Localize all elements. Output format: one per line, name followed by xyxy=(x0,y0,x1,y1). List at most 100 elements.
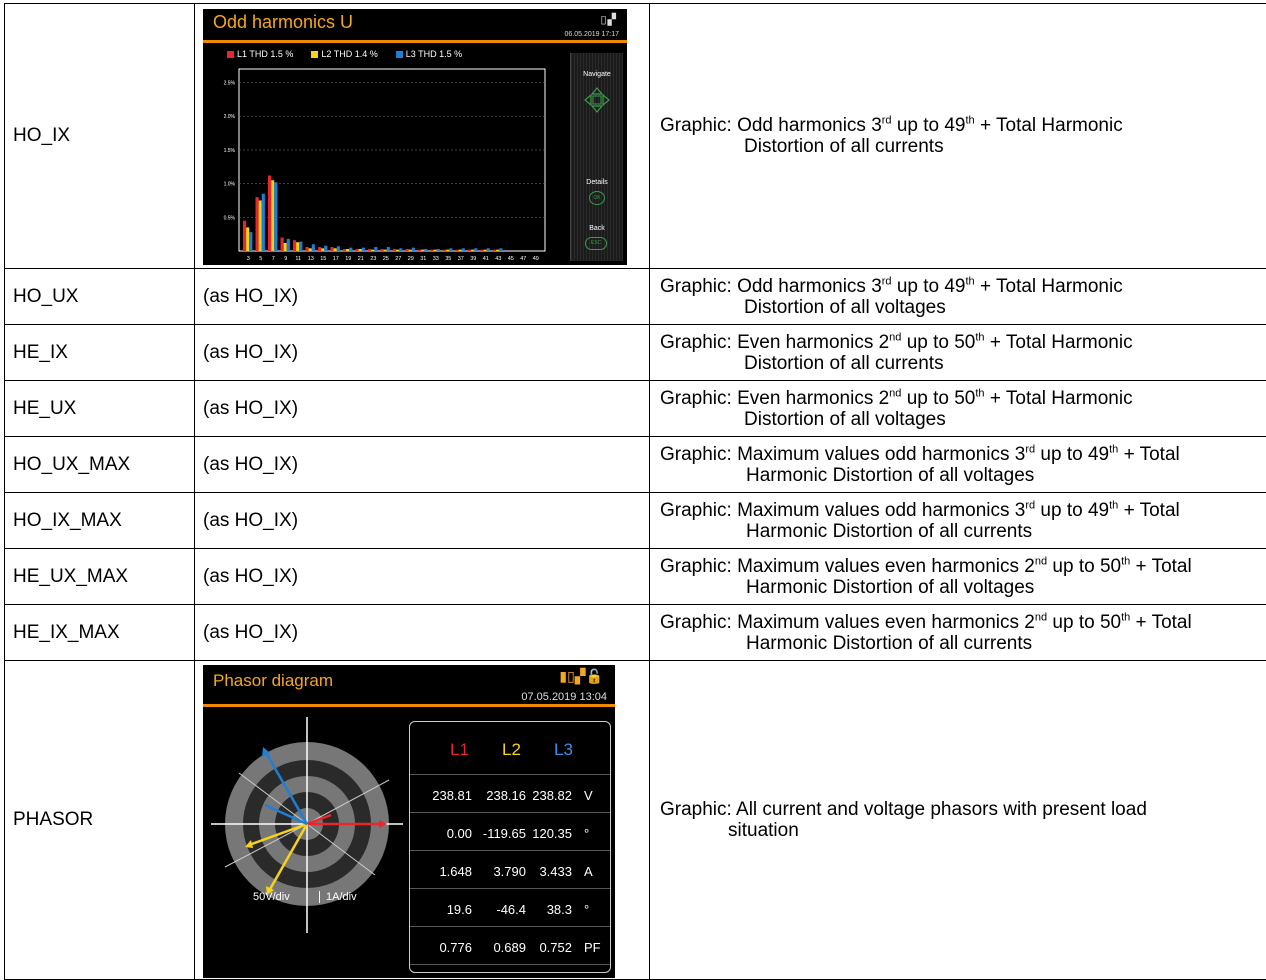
esc-button[interactable]: ESC xyxy=(585,237,607,250)
bar-l1-h9 xyxy=(280,237,284,251)
bar-l1-h39 xyxy=(468,249,472,251)
bar-l2-h33 xyxy=(433,249,437,251)
bar-l1-h43 xyxy=(493,249,497,251)
row-name-cell: HO_UX_MAX xyxy=(4,436,195,493)
table-row-divider xyxy=(410,888,610,889)
header-l1: L1 xyxy=(450,740,469,759)
navigate-label: Navigate xyxy=(583,71,611,78)
row-display-cell: (as HO_IX) xyxy=(194,492,650,549)
bar-l3-h27 xyxy=(399,248,403,251)
row-desc-cell: Graphic: Odd harmonics 3rd up to 49th + … xyxy=(649,268,1266,325)
bar-l3-h23 xyxy=(374,246,378,251)
x-tick-label: 11 xyxy=(295,256,301,262)
details-label: Details xyxy=(586,179,608,186)
bar-l1-h27 xyxy=(393,248,397,251)
row-desc-cell: Graphic: Maximum values even harmonics 2… xyxy=(649,604,1266,661)
x-tick-label: 29 xyxy=(408,256,414,262)
x-tick-label: 27 xyxy=(395,256,401,262)
row-desc-cell: Graphic: Even harmonics 2nd up to 50th +… xyxy=(649,380,1266,437)
bar-l2-h37 xyxy=(458,249,462,251)
row-desc-cell: Graphic: Maximum values odd harmonics 3r… xyxy=(649,492,1266,549)
bar-l2-h35 xyxy=(446,249,450,251)
value-cell: 3.433 xyxy=(539,864,572,879)
x-tick-label: 9 xyxy=(284,256,287,262)
bar-l1-h13 xyxy=(305,246,309,251)
back-label: Back xyxy=(589,225,605,232)
x-tick-label: 7 xyxy=(272,256,275,262)
bar-l3-h13 xyxy=(311,244,315,251)
bar-l2-h7 xyxy=(271,180,275,251)
status-icons: ▮▯▞🔓 xyxy=(559,668,603,684)
bar-l1-h33 xyxy=(430,249,434,251)
bar-l2-h27 xyxy=(396,249,400,251)
bar-l1-h29 xyxy=(405,248,409,251)
y-tick-label: 1.5% xyxy=(224,148,236,154)
signal-table: HO_IX Odd harmonics U ▯▞ 06.05.2019 17:1… xyxy=(4,3,1266,980)
value-cell: 0.00 xyxy=(446,826,472,841)
x-tick-label: 5 xyxy=(259,256,262,262)
bar-l2-h15 xyxy=(321,248,325,251)
unit-label: ° xyxy=(584,826,590,841)
row-display-cell: Phasor diagram ▮▯▞🔓 07.05.2019 13:04 50V… xyxy=(194,660,650,980)
value-cell: 0.776 xyxy=(439,940,472,955)
bar-l3-h5 xyxy=(261,193,265,251)
x-tick-label: 21 xyxy=(358,256,364,262)
x-tick-label: 13 xyxy=(308,256,314,262)
table-row-divider xyxy=(410,850,610,851)
bar-l1-h11 xyxy=(293,240,297,251)
x-tick-label: 47 xyxy=(520,256,526,262)
row-display-cell: (as HO_IX) xyxy=(194,604,650,661)
ok-button[interactable]: OK xyxy=(589,191,605,205)
value-cell: -119.65 xyxy=(482,826,526,841)
x-tick-label: 45 xyxy=(508,256,514,262)
x-tick-label: 15 xyxy=(320,256,326,262)
bar-l3-h3 xyxy=(249,232,253,251)
voltage-scale-label: 50V/div xyxy=(253,891,290,903)
row-name-cell: HE_UX_MAX xyxy=(4,548,195,605)
side-panel: Navigate Details OK Back ESC xyxy=(570,53,623,261)
bar-l1-h17 xyxy=(330,246,334,251)
harmonics-screen: Odd harmonics U ▯▞ 06.05.2019 17:17 L1 T… xyxy=(203,9,627,265)
bar-l1-h3 xyxy=(243,220,247,251)
phasor-values-table: L1 L2 L3 238.81 238.16 238.82 V 0.00 -119.65 1… xyxy=(409,721,611,973)
x-tick-label: 31 xyxy=(420,256,426,262)
bar-l2-h13 xyxy=(308,248,312,251)
value-cell: 120.35 xyxy=(532,826,572,841)
bar-l3-h9 xyxy=(286,238,290,251)
value-cell: 238.82 xyxy=(532,788,572,803)
row-name-cell: HE_IX xyxy=(4,324,195,381)
bar-l3-h35 xyxy=(449,248,453,251)
row-name-cell: PHASOR xyxy=(4,660,195,980)
bar-l3-h15 xyxy=(324,245,328,251)
bar-l2-h5 xyxy=(258,200,262,251)
bar-l3-h17 xyxy=(336,246,340,251)
bar-l2-h39 xyxy=(471,249,475,251)
bar-l2-h21 xyxy=(358,248,362,251)
x-tick-label: 19 xyxy=(345,256,351,262)
value-cell: 1.648 xyxy=(439,864,472,879)
y-tick-label: 0.5% xyxy=(224,215,236,221)
current-scale-label: 1A/div xyxy=(319,891,357,903)
value-cell: 19.6 xyxy=(446,902,472,917)
row-display-cell: (as HO_IX) xyxy=(194,268,650,325)
table-row-divider xyxy=(410,774,610,775)
bar-l1-h7 xyxy=(268,175,272,251)
bar-l2-h11 xyxy=(296,242,300,251)
x-tick-label: 17 xyxy=(333,256,339,262)
phasor-diagram xyxy=(211,717,403,933)
navigate-arrows-icon[interactable] xyxy=(584,87,610,113)
bar-l3-h21 xyxy=(361,247,365,251)
bar-l3-h41 xyxy=(486,248,490,251)
value-cell: 238.81 xyxy=(432,788,472,803)
row-display-cell: (as HO_IX) xyxy=(194,436,650,493)
screen-date: 07.05.2019 13:04 xyxy=(521,691,607,703)
bar-l3-h11 xyxy=(299,241,303,251)
row-name-cell: HE_IX_MAX xyxy=(4,604,195,661)
x-tick-label: 33 xyxy=(433,256,439,262)
x-tick-label: 3 xyxy=(247,256,250,262)
bar-l2-h43 xyxy=(496,249,500,251)
row-display-cell: (as HO_IX) xyxy=(194,324,650,381)
x-tick-label: 37 xyxy=(458,256,464,262)
row-display-cell: Odd harmonics U ▯▞ 06.05.2019 17:17 L1 T… xyxy=(194,3,650,269)
row-display-cell: (as HO_IX) xyxy=(194,380,650,437)
